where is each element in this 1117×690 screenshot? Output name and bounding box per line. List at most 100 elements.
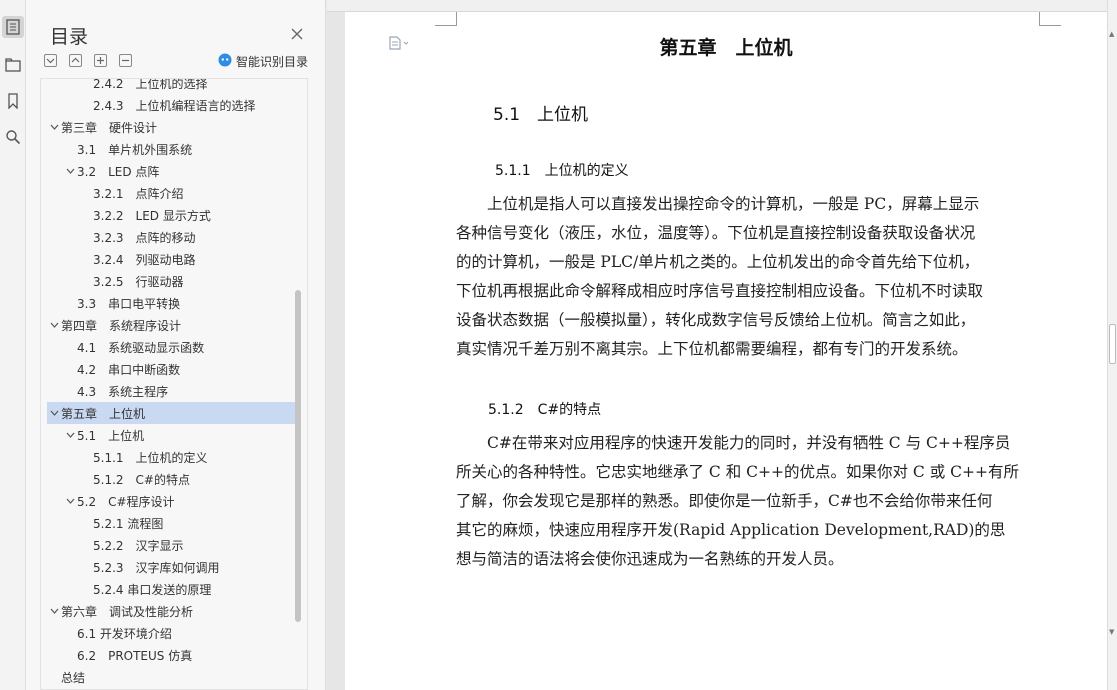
toc-item[interactable]: 2.4.2 上位机的选择 xyxy=(47,78,295,94)
scroll-up-icon[interactable]: ▲ xyxy=(1109,30,1114,38)
toc-item-label: 5.2 C#程序设计 xyxy=(77,494,175,509)
toc-item[interactable]: 5.2.1 流程图 xyxy=(47,512,295,534)
toc-item-label: 5.2.3 汉字库如何调用 xyxy=(93,560,220,575)
toc-item[interactable]: 2.4.3 上位机编程语言的选择 xyxy=(47,94,295,116)
toc-item[interactable]: 4.1 系统驱动显示函数 xyxy=(47,336,295,358)
text-line: 下位机再根据此命令解释成相应时序信号直接控制相应设备。下位机不时读取 xyxy=(456,282,984,300)
app-window: 目录 智能识别目录 2.4.2 上位机的选择 2.4.3 上位机编程语言的选择 xyxy=(0,0,1117,690)
toc-toolbar xyxy=(44,54,132,67)
chevron-down-icon[interactable] xyxy=(47,322,61,328)
document-area: 第五章 上位机 5.1 上位机 5.1.1 上位机的定义 上位机是指人可以直接发… xyxy=(327,0,1117,690)
document-page: 第五章 上位机 5.1 上位机 5.1.1 上位机的定义 上位机是指人可以直接发… xyxy=(345,12,1107,690)
toc-item-label: 3.2.4 列驱动电路 xyxy=(93,252,196,267)
icon-rail xyxy=(0,0,26,690)
chevron-down-icon[interactable] xyxy=(47,410,61,416)
smart-toc-label: 智能识别目录 xyxy=(236,55,309,69)
toc-list: 2.4.2 上位机的选择 2.4.3 上位机编程语言的选择第三章 硬件设计 3.1 … xyxy=(40,78,308,690)
toc-item-label: 3.2.1 点阵介绍 xyxy=(93,186,184,201)
toc-item[interactable]: 5.1.1 上位机的定义 xyxy=(47,446,295,468)
text-line: C#在带来对应用程序的快速开发能力的同时，并没有牺牲 C 与 C++程序员 xyxy=(456,434,1011,452)
toc-item-label: 5.1 上位机 xyxy=(77,428,145,443)
toc-item[interactable]: 3.2.2 LED 显示方式 xyxy=(47,204,295,226)
toc-item[interactable]: 第六章 调试及性能分析 xyxy=(47,600,295,622)
chevron-down-icon[interactable] xyxy=(47,608,61,614)
toc-item[interactable]: 6.2 PROTEUS 仿真 xyxy=(47,644,295,666)
toc-item-label: 3.2.2 LED 显示方式 xyxy=(93,208,211,223)
chevron-down-icon[interactable] xyxy=(63,432,77,438)
chevron-down-icon[interactable] xyxy=(47,124,61,130)
toc-item[interactable]: 总结 xyxy=(47,666,295,688)
toc-panel: 目录 智能识别目录 2.4.2 上位机的选择 2.4.3 上位机编程语言的选择 xyxy=(26,0,326,690)
ruler-bar xyxy=(327,0,1117,12)
section-heading: 5.1 上位机 xyxy=(493,105,589,125)
toc-item-label: 5.2.4 串口发送的原理 xyxy=(93,582,212,597)
toc-item[interactable]: 3.2.1 点阵介绍 xyxy=(47,182,295,204)
toc-item[interactable]: 第四章 系统程序设计 xyxy=(47,314,295,336)
text-line: 其它的麻烦，快速应用程序开发(Rapid Application Develop… xyxy=(456,521,1006,539)
toc-icon[interactable] xyxy=(2,16,24,38)
bookmark-icon[interactable] xyxy=(2,90,24,112)
collapse-icon[interactable] xyxy=(69,54,82,67)
chevron-down-icon[interactable] xyxy=(63,168,77,174)
toc-item-label: 5.1.2 C#的特点 xyxy=(93,472,190,487)
toc-item-label: 总结 xyxy=(61,670,86,685)
toc-item-label: 第五章 上位机 xyxy=(61,406,146,421)
toc-item[interactable]: 3.2.5 行驱动器 xyxy=(47,270,295,292)
search-icon[interactable] xyxy=(2,126,24,148)
paragraph: C#在带来对应用程序的快速开发能力的同时，并没有牺牲 C 与 C++程序员 所关… xyxy=(456,429,1041,574)
toc-item[interactable]: 3.2.4 列驱动电路 xyxy=(47,248,295,270)
crop-mark xyxy=(435,12,457,26)
text-line: 各种信号变化（液压，水位，温度等）。下位机是直接控制设备获取设备状况 xyxy=(456,224,976,242)
toc-item-label: 5.2.2 汉字显示 xyxy=(93,538,184,553)
toc-item-label: 3.2.3 点阵的移动 xyxy=(93,230,196,245)
toc-title: 目录 xyxy=(50,26,89,48)
remove-heading-icon[interactable] xyxy=(119,54,132,67)
subsection-heading: 5.1.1 上位机的定义 xyxy=(495,163,629,179)
smart-toc-button[interactable]: 智能识别目录 xyxy=(218,53,308,70)
close-icon[interactable] xyxy=(290,26,306,42)
toc-item[interactable]: 3.2.3 点阵的移动 xyxy=(47,226,295,248)
toc-item-label: 4.2 串口中断函数 xyxy=(77,362,181,377)
toc-item[interactable]: 5.2 C#程序设计 xyxy=(47,490,295,512)
toc-item[interactable]: 3.1 单片机外围系统 xyxy=(47,138,295,160)
toc-item-label: 4.3 系统主程序 xyxy=(77,384,169,399)
toc-item[interactable]: 第三章 硬件设计 xyxy=(47,116,295,138)
toc-item-label: 3.2.5 行驱动器 xyxy=(93,274,184,289)
expand-icon[interactable] xyxy=(44,54,57,67)
add-heading-icon[interactable] xyxy=(94,54,107,67)
toc-item[interactable]: 3.2 LED 点阵 xyxy=(47,160,295,182)
toc-item[interactable]: 5.1 上位机 xyxy=(47,424,295,446)
scrollbar-thumb[interactable] xyxy=(1109,324,1116,364)
paragraph: 上位机是指人可以直接发出操控命令的计算机，一般是 PC，屏幕上显示 各种信号变化… xyxy=(456,190,1041,364)
toc-item-label: 第三章 硬件设计 xyxy=(61,120,158,135)
toc-item-label: 3.2 LED 点阵 xyxy=(77,164,160,179)
toc-item[interactable]: 5.2.3 汉字库如何调用 xyxy=(47,556,295,578)
toc-item-label: 5.1.1 上位机的定义 xyxy=(93,450,208,465)
toc-item[interactable]: 4.3 系统主程序 xyxy=(47,380,295,402)
text-line: 设备状态数据（一般模拟量），转化成数字信号反馈给上位机。简言之如此， xyxy=(456,311,976,329)
toc-item[interactable]: 5.2.2 汉字显示 xyxy=(47,534,295,556)
text-line: 真实情况千差万别不离其宗。上下位机都需要编程，都有专门的开发系统。 xyxy=(456,340,968,358)
toc-item-label: 2.4.3 上位机编程语言的选择 xyxy=(93,98,256,113)
toc-item-label: 5.2.1 流程图 xyxy=(93,516,164,531)
toc-item-label: 第六章 调试及性能分析 xyxy=(61,604,194,619)
text-line: 的的计算机，一般是 PLC/单片机之类的。上位机发出的命令首先给下位机， xyxy=(456,253,980,271)
chevron-down-icon[interactable] xyxy=(63,498,77,504)
toc-item[interactable]: 6.1 开发环境介绍 xyxy=(47,622,295,644)
toc-item[interactable]: 第五章 上位机 xyxy=(47,402,295,424)
subsection-heading: 5.1.2 C#的特点 xyxy=(488,402,602,418)
scroll-down-icon[interactable]: ▼ xyxy=(1109,628,1114,636)
toc-item-label: 2.4.2 上位机的选择 xyxy=(93,78,208,91)
chapter-heading: 第五章 上位机 xyxy=(659,37,793,59)
toc-item[interactable]: 5.1.2 C#的特点 xyxy=(47,468,295,490)
toc-item[interactable]: 4.2 串口中断函数 xyxy=(47,358,295,380)
text-line: 了解，你会发现它是那样的熟悉。即使你是一位新手，C#也不会给你带来任何 xyxy=(456,492,993,510)
folder-tree-icon[interactable] xyxy=(2,54,24,76)
toc-item[interactable]: 3.3 串口电平转换 xyxy=(47,292,295,314)
toc-scrollbar[interactable] xyxy=(295,290,301,622)
toc-item-label: 6.2 PROTEUS 仿真 xyxy=(77,648,193,663)
toc-item[interactable]: 5.2.4 串口发送的原理 xyxy=(47,578,295,600)
document-scrollbar[interactable]: ▲ ▼ xyxy=(1107,0,1117,690)
text-line: 想与简洁的语法将会使你迅速成为一名熟练的开发人员。 xyxy=(456,550,844,568)
toc-item-label: 3.3 串口电平转换 xyxy=(77,296,181,311)
